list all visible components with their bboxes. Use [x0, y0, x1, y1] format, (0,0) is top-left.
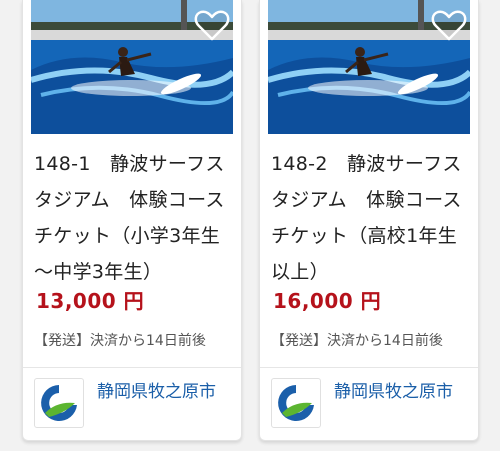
seller-name[interactable]: 静岡県牧之原市 [97, 378, 227, 406]
shipping-info: 【発送】決済から14日前後 [271, 333, 443, 349]
heart-outline-icon[interactable] [193, 6, 231, 44]
product-image[interactable] [31, 0, 233, 134]
divider [23, 367, 241, 368]
seller-link[interactable]: 静岡県牧之原市 [34, 376, 234, 436]
product-price: 16,000 円 [273, 289, 382, 313]
seller-name[interactable]: 静岡県牧之原市 [334, 378, 464, 406]
product-card[interactable]: 148-1 静波サーフスタジアム 体験コースチケット（小学3年生～中学3年生） … [22, 0, 242, 441]
city-emblem-icon [34, 378, 84, 428]
shipping-info: 【発送】決済から14日前後 [34, 333, 206, 349]
product-title[interactable]: 148-2 静波サーフスタジアム 体験コースチケット（高校1年生以上） [271, 146, 471, 290]
heart-outline-icon[interactable] [430, 6, 468, 44]
divider [260, 367, 478, 368]
product-image[interactable] [268, 0, 470, 134]
city-emblem-icon [271, 378, 321, 428]
product-price: 13,000 円 [36, 289, 145, 313]
seller-link[interactable]: 静岡県牧之原市 [271, 376, 471, 436]
product-card[interactable]: 148-2 静波サーフスタジアム 体験コースチケット（高校1年生以上） 16,0… [259, 0, 479, 441]
product-grid: 148-1 静波サーフスタジアム 体験コースチケット（小学3年生～中学3年生） … [0, 0, 500, 451]
product-title[interactable]: 148-1 静波サーフスタジアム 体験コースチケット（小学3年生～中学3年生） [34, 146, 234, 290]
